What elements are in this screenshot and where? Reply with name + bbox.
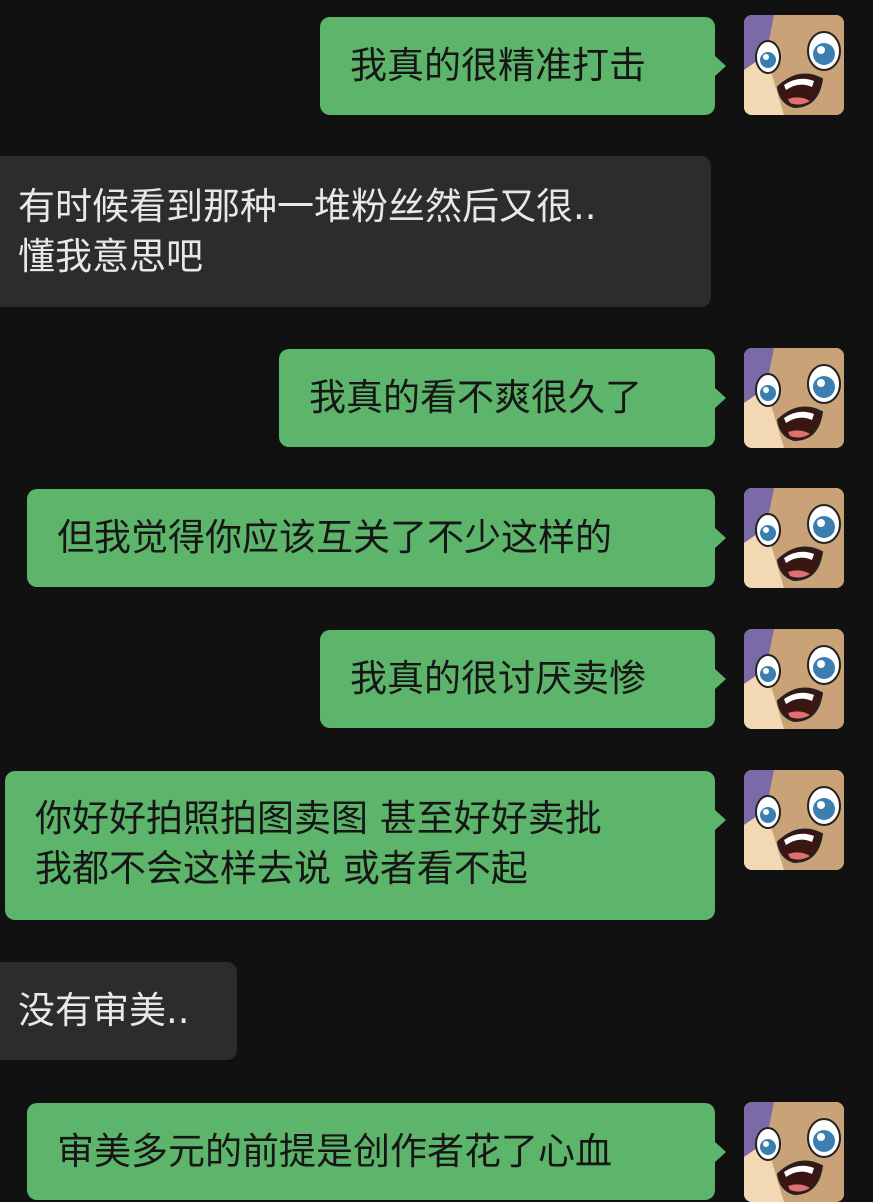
bubble-tail: [715, 1142, 726, 1162]
cartoon-face-icon: [744, 1102, 844, 1202]
avatar[interactable]: [744, 15, 844, 115]
bubble-tail: [715, 388, 726, 408]
cartoon-face-icon: [744, 488, 844, 588]
message-bubble-outgoing[interactable]: 我真的很精准打击: [320, 17, 715, 115]
avatar[interactable]: [744, 629, 844, 729]
avatar[interactable]: [744, 348, 844, 448]
cartoon-face-icon: [744, 348, 844, 448]
bubble-tail: [715, 56, 726, 76]
message-text: 我真的很精准打击: [350, 44, 646, 87]
message-text-line-1: 有时候看到那种一堆粉丝然后又很..: [18, 185, 597, 228]
cartoon-face-icon: [744, 15, 844, 115]
message-text-line-2: 我都不会这样去说 或者看不起: [35, 847, 528, 890]
bubble-tail: [715, 669, 726, 689]
bubble-tail: [715, 810, 726, 830]
cartoon-face-icon: [744, 770, 844, 870]
cartoon-face-icon: [744, 629, 844, 729]
message-bubble-incoming[interactable]: 没有审美..: [0, 962, 237, 1060]
avatar[interactable]: [744, 488, 844, 588]
message-bubble-outgoing[interactable]: 我真的很讨厌卖惨: [320, 630, 715, 728]
message-bubble-outgoing[interactable]: 你好好拍照拍图卖图 甚至好好卖批 我都不会这样去说 或者看不起: [5, 771, 715, 920]
message-bubble-outgoing[interactable]: 我真的看不爽很久了: [279, 349, 715, 447]
message-text-line-1: 你好好拍照拍图卖图 甚至好好卖批: [35, 797, 602, 840]
message-bubble-outgoing[interactable]: 但我觉得你应该互关了不少这样的: [27, 489, 715, 587]
avatar[interactable]: [744, 1102, 844, 1202]
message-text: 我真的很讨厌卖惨: [350, 657, 646, 700]
message-bubble-incoming[interactable]: 有时候看到那种一堆粉丝然后又很.. 懂我意思吧: [0, 156, 711, 307]
message-text: 审美多元的前提是创作者花了心血: [57, 1130, 612, 1173]
bubble-tail: [715, 528, 726, 548]
message-text-line-2: 懂我意思吧: [18, 235, 203, 278]
message-text: 我真的看不爽很久了: [309, 376, 642, 419]
message-text: 没有审美..: [18, 989, 190, 1032]
avatar[interactable]: [744, 770, 844, 870]
message-bubble-outgoing[interactable]: 审美多元的前提是创作者花了心血: [27, 1103, 715, 1200]
message-text: 但我觉得你应该互关了不少这样的: [57, 516, 612, 559]
